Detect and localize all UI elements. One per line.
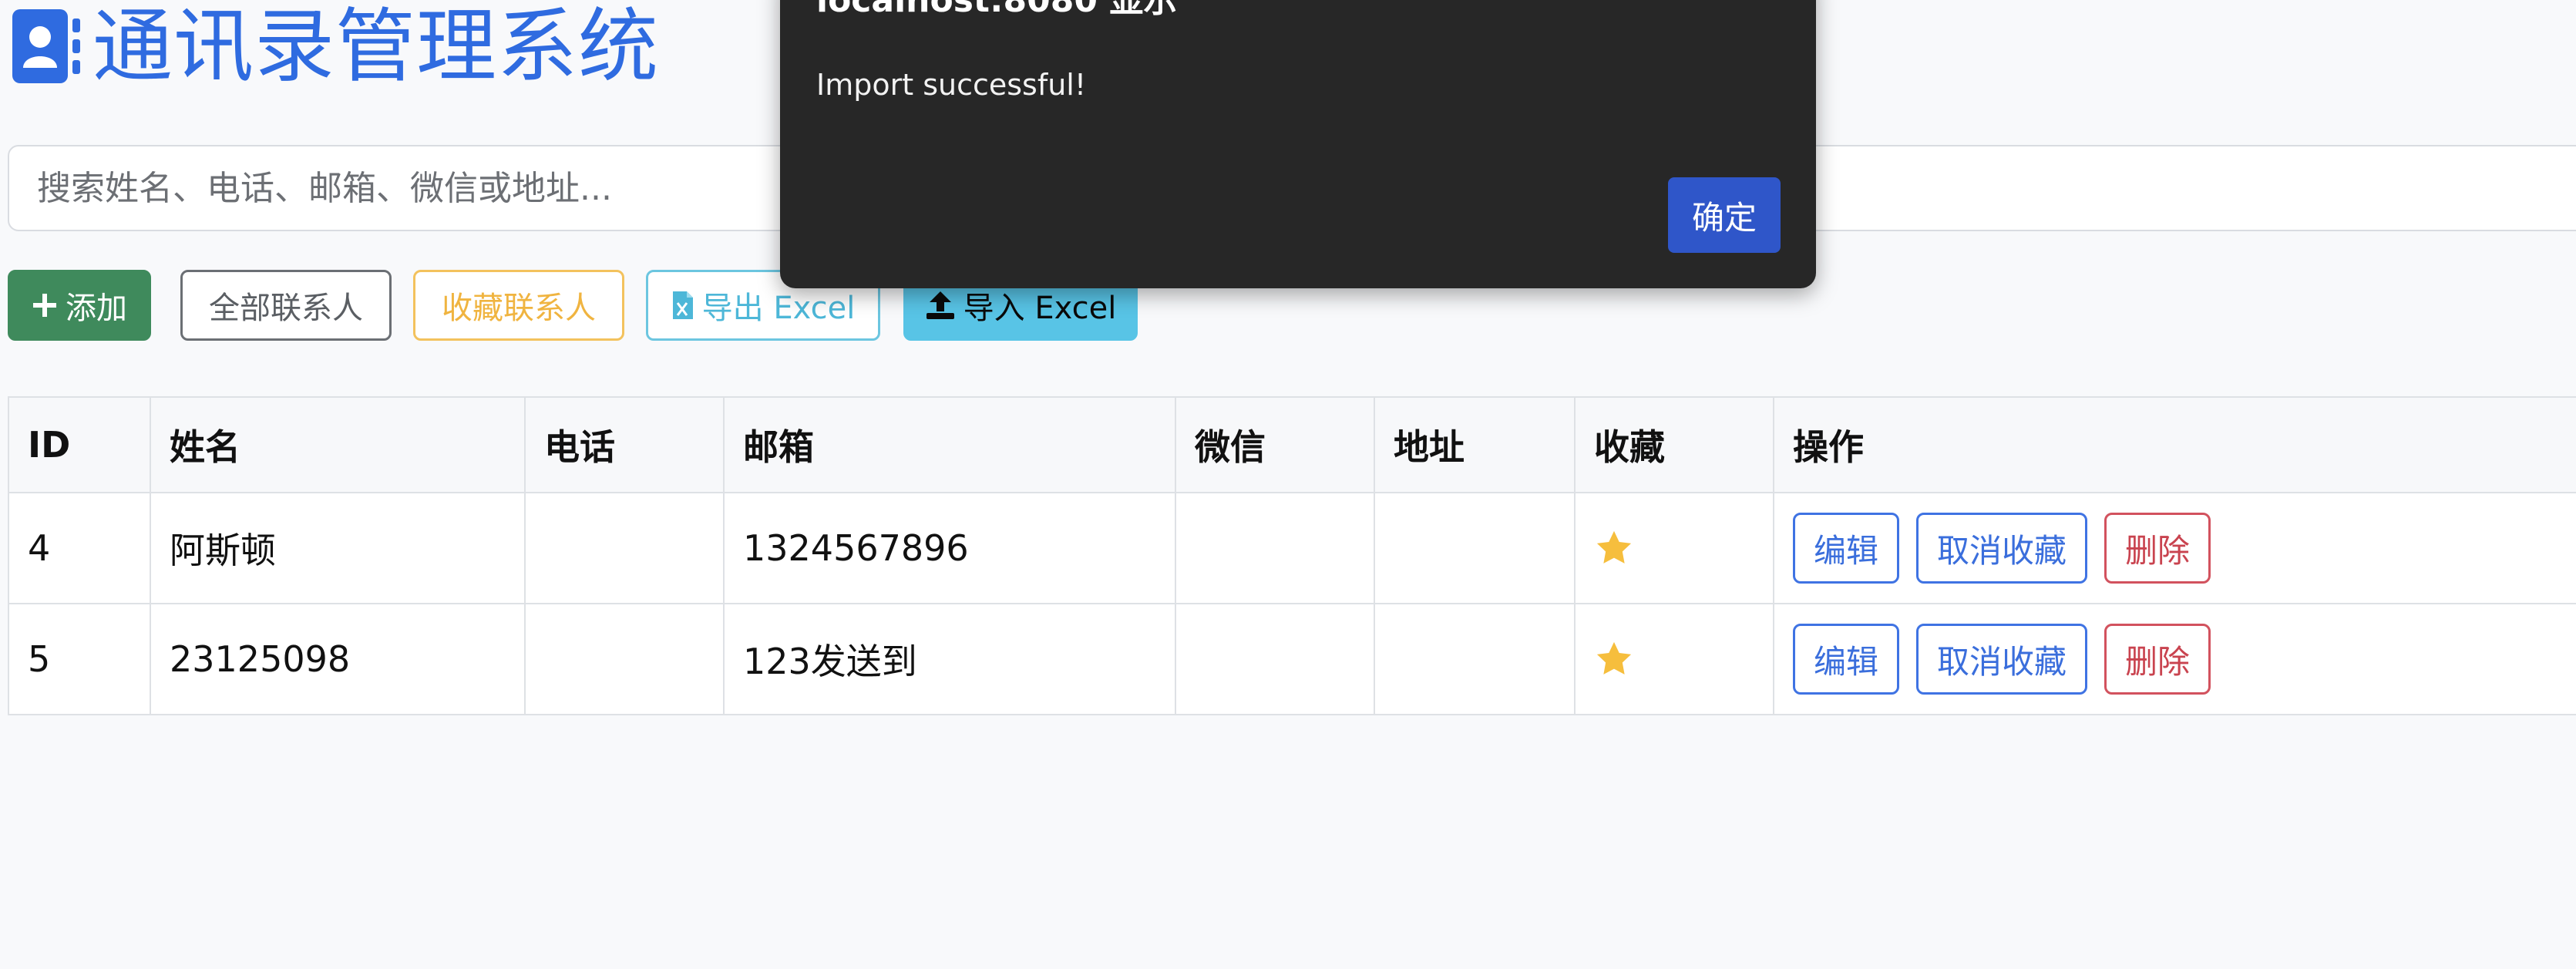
cell-favorite xyxy=(1574,603,1774,715)
all-contacts-label: 全部联系人 xyxy=(209,291,363,326)
plus-icon xyxy=(33,294,56,317)
favorite-contacts-button[interactable]: 收藏联系人 xyxy=(413,270,624,341)
column-header-id: ID xyxy=(8,396,151,493)
dialog-message: Import successful! xyxy=(816,68,1087,102)
favorite-contacts-label: 收藏联系人 xyxy=(442,291,596,326)
column-header-actions: 操作 xyxy=(1773,396,2576,493)
table-header-row: ID 姓名 电话 邮箱 微信 地址 收藏 操作 xyxy=(8,396,2576,493)
table-row: 4 阿斯顿 1324567896 编辑 取消收藏 删除 xyxy=(8,492,2576,604)
column-header-address: 地址 xyxy=(1374,396,1576,493)
cell-name: 阿斯顿 xyxy=(150,492,526,604)
star-icon xyxy=(1596,530,1632,564)
address-book-icon xyxy=(12,9,80,83)
unfavorite-button[interactable]: 取消收藏 xyxy=(1916,513,2088,584)
delete-button[interactable]: 删除 xyxy=(2104,624,2211,695)
column-header-email: 邮箱 xyxy=(723,396,1176,493)
cell-name: 23125098 xyxy=(150,603,526,715)
contacts-table: ID 姓名 电话 邮箱 微信 地址 收藏 操作 4 阿斯顿 1324567896… xyxy=(8,396,2576,715)
cell-wechat xyxy=(1175,603,1375,715)
column-header-wechat: 微信 xyxy=(1175,396,1375,493)
cell-email: 123发送到 xyxy=(723,603,1176,715)
all-contacts-button[interactable]: 全部联系人 xyxy=(180,270,392,341)
import-excel-label: 导入 Excel xyxy=(963,291,1117,326)
column-header-name: 姓名 xyxy=(150,396,526,493)
star-icon xyxy=(1596,641,1632,675)
export-excel-label: 导出 Excel xyxy=(701,291,856,326)
excel-file-icon xyxy=(672,291,693,319)
cell-phone xyxy=(524,603,725,715)
column-header-favorite: 收藏 xyxy=(1574,396,1774,493)
column-header-phone: 电话 xyxy=(524,396,725,493)
cell-address xyxy=(1374,492,1576,604)
cell-phone xyxy=(524,492,725,604)
dialog-ok-button[interactable]: 确定 xyxy=(1668,177,1781,253)
cell-id: 5 xyxy=(8,603,151,715)
page-title: 通讯录管理系统 xyxy=(92,0,660,93)
cell-id: 4 xyxy=(8,492,151,604)
cell-actions: 编辑 取消收藏 删除 xyxy=(1773,492,2576,604)
table-row: 5 23125098 123发送到 编辑 取消收藏 删除 xyxy=(8,603,2576,715)
edit-button[interactable]: 编辑 xyxy=(1793,513,1900,584)
cell-wechat xyxy=(1175,492,1375,604)
add-button-label: 添加 xyxy=(66,291,127,326)
upload-icon xyxy=(926,291,954,319)
unfavorite-button[interactable]: 取消收藏 xyxy=(1916,624,2088,695)
add-button[interactable]: 添加 xyxy=(8,270,151,341)
cell-actions: 编辑 取消收藏 删除 xyxy=(1773,603,2576,715)
cell-email: 1324567896 xyxy=(723,492,1176,604)
alert-dialog: localhost:8080 显示 Import successful! 确定 xyxy=(780,0,1816,288)
cell-favorite xyxy=(1574,492,1774,604)
delete-button[interactable]: 删除 xyxy=(2104,513,2211,584)
edit-button[interactable]: 编辑 xyxy=(1793,624,1900,695)
page-header: 通讯录管理系统 xyxy=(11,6,659,86)
cell-address xyxy=(1374,603,1576,715)
dialog-title: localhost:8080 显示 xyxy=(816,0,1178,20)
